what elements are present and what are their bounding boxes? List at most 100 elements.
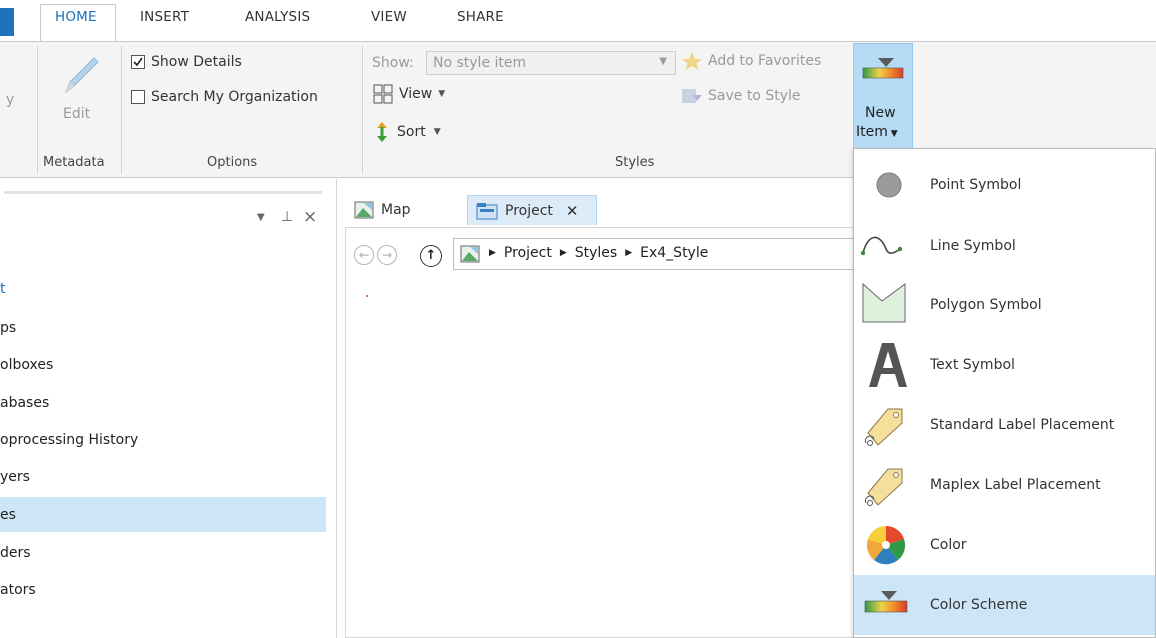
arrow-up-icon: ↑ — [425, 248, 437, 263]
pane-selected-row — [0, 497, 326, 532]
separator — [362, 46, 363, 174]
breadcrumb[interactable]: ▶ Project ▶ Styles ▶ Ex4_Style — [453, 238, 863, 270]
tab-view[interactable]: VIEW — [371, 9, 407, 25]
menu-item-polygon-symbol[interactable]: Polygon Symbol — [854, 275, 1155, 335]
pane-item[interactable]: oprocessing History — [0, 432, 138, 448]
project-folder-icon — [476, 202, 498, 219]
menu-item-label: Point Symbol — [930, 177, 1022, 193]
menu-item-standard-label-placement[interactable]: Standard Label Placement — [854, 395, 1155, 455]
color-scheme-icon — [862, 58, 904, 79]
menu-item-maplex-label-placement[interactable]: Maplex Label Placement — [854, 455, 1155, 515]
search-org-label: Search My Organization — [151, 89, 318, 105]
chevron-down-icon: ▼ — [887, 129, 898, 139]
pane-item[interactable]: yers — [0, 469, 30, 485]
pencil-icon — [64, 57, 99, 94]
add-to-favorites-button[interactable]: Add to Favorites — [681, 51, 821, 71]
save-style-icon — [682, 89, 702, 103]
tab-map[interactable]: Map — [354, 195, 411, 225]
checkbox-unchecked — [131, 90, 145, 104]
metadata-group-label: Metadata — [43, 155, 105, 170]
caret-right-icon: ▶ — [489, 248, 496, 258]
pane-item[interactable]: olboxes — [0, 357, 53, 373]
edit-button[interactable] — [56, 52, 104, 98]
menu-item-line-symbol[interactable]: Line Symbol — [854, 215, 1155, 275]
pane-item[interactable]: ators — [0, 582, 36, 598]
tab-insert[interactable]: INSERT — [140, 9, 189, 25]
star-icon — [682, 52, 702, 70]
breadcrumb-item[interactable]: Ex4_Style — [640, 245, 708, 261]
project-view — [345, 227, 860, 638]
catalog-pane: ▼ ⊥ × — [0, 179, 337, 638]
ribbon-tab-bar: HOME INSERT ANALYSIS VIEW SHARE — [0, 0, 1156, 42]
pin-icon[interactable]: ⊥ — [281, 209, 293, 225]
close-tab-icon[interactable]: ✕ — [566, 202, 579, 220]
breadcrumb-item[interactable]: Styles — [575, 245, 617, 261]
menu-item-label: Polygon Symbol — [930, 297, 1042, 313]
up-button[interactable]: ↑ — [420, 245, 442, 267]
menu-item-label: Standard Label Placement — [930, 417, 1115, 433]
pane-item[interactable]: ps — [0, 320, 16, 336]
save-to-style-button[interactable]: Save to Style — [681, 87, 800, 105]
map-icon — [354, 201, 374, 219]
close-icon[interactable]: × — [303, 207, 317, 227]
menu-item-color-scheme[interactable]: Color Scheme — [854, 575, 1155, 635]
menu-item-label: Text Symbol — [930, 357, 1015, 373]
pane-options-icon[interactable]: ▼ — [257, 212, 265, 223]
search-org-checkbox[interactable]: Search My Organization — [131, 89, 318, 105]
partial-ribbon-label: y — [6, 92, 15, 108]
styles-group-label: Styles — [615, 155, 655, 170]
edit-label: Edit — [63, 106, 91, 122]
tab-home[interactable]: HOME — [55, 9, 97, 25]
color-scheme-icon — [864, 591, 908, 613]
menu-item-point-symbol[interactable]: Point Symbol — [854, 155, 1155, 215]
color-wheel-icon — [866, 526, 906, 565]
new-item-label-line2: Item ▼ — [856, 124, 898, 140]
separator — [121, 46, 122, 174]
new-item-label-line1: New — [865, 105, 896, 121]
tab-analysis[interactable]: ANALYSIS — [245, 9, 310, 25]
tab-project-label: Project — [505, 202, 553, 219]
show-details-label: Show Details — [151, 54, 242, 70]
separator — [37, 46, 38, 174]
view-button[interactable]: View ▼ — [373, 84, 445, 104]
new-item-label-text: Item — [856, 124, 888, 140]
show-details-checkbox[interactable]: Show Details — [131, 54, 242, 70]
pane-item-selected[interactable]: es — [0, 507, 16, 523]
sort-button[interactable]: Sort ▼ — [375, 121, 441, 143]
menu-item-label: Line Symbol — [930, 238, 1016, 254]
menu-item-label: Maplex Label Placement — [930, 477, 1101, 493]
new-item-menu: Point Symbol Line Symbol Polygon Symbol … — [853, 148, 1156, 638]
sort-label: Sort — [397, 124, 426, 140]
app-button[interactable] — [0, 8, 14, 36]
text-symbol-icon — [869, 343, 907, 387]
point-symbol-icon — [876, 172, 902, 198]
tab-share[interactable]: SHARE — [457, 9, 504, 25]
checkbox-checked — [131, 55, 145, 69]
cursor-mark — [366, 295, 368, 297]
show-label: Show: — [372, 55, 414, 71]
menu-item-text-symbol[interactable]: Text Symbol — [854, 335, 1155, 395]
menu-item-color[interactable]: Color — [854, 515, 1155, 575]
new-item-button[interactable]: New Item ▼ — [853, 43, 913, 149]
pane-item[interactable]: t — [0, 281, 6, 297]
arrow-left-icon: ← — [358, 248, 370, 262]
pane-item[interactable]: abases — [0, 395, 49, 411]
pane-title-bar — [4, 191, 322, 194]
grid-view-icon — [373, 84, 393, 104]
show-style-dropdown[interactable]: No style item ▼ — [426, 51, 676, 75]
tab-map-label: Map — [381, 202, 411, 218]
chevron-down-icon: ▼ — [433, 127, 441, 137]
label-tag-icon — [864, 468, 903, 506]
tab-project[interactable]: Project ✕ — [467, 195, 597, 225]
sort-arrows-icon — [377, 122, 387, 142]
view-label: View — [399, 86, 433, 102]
save-to-style-label: Save to Style — [708, 88, 801, 104]
caret-right-icon: ▶ — [625, 248, 633, 258]
breadcrumb-item[interactable]: Project — [504, 245, 552, 261]
show-dropdown-value: No style item — [433, 55, 527, 71]
forward-button[interactable]: → — [377, 245, 397, 265]
pane-item[interactable]: ders — [0, 545, 31, 561]
back-button[interactable]: ← — [354, 245, 374, 265]
polygon-symbol-icon — [862, 282, 906, 323]
chevron-down-icon: ▼ — [659, 56, 667, 67]
